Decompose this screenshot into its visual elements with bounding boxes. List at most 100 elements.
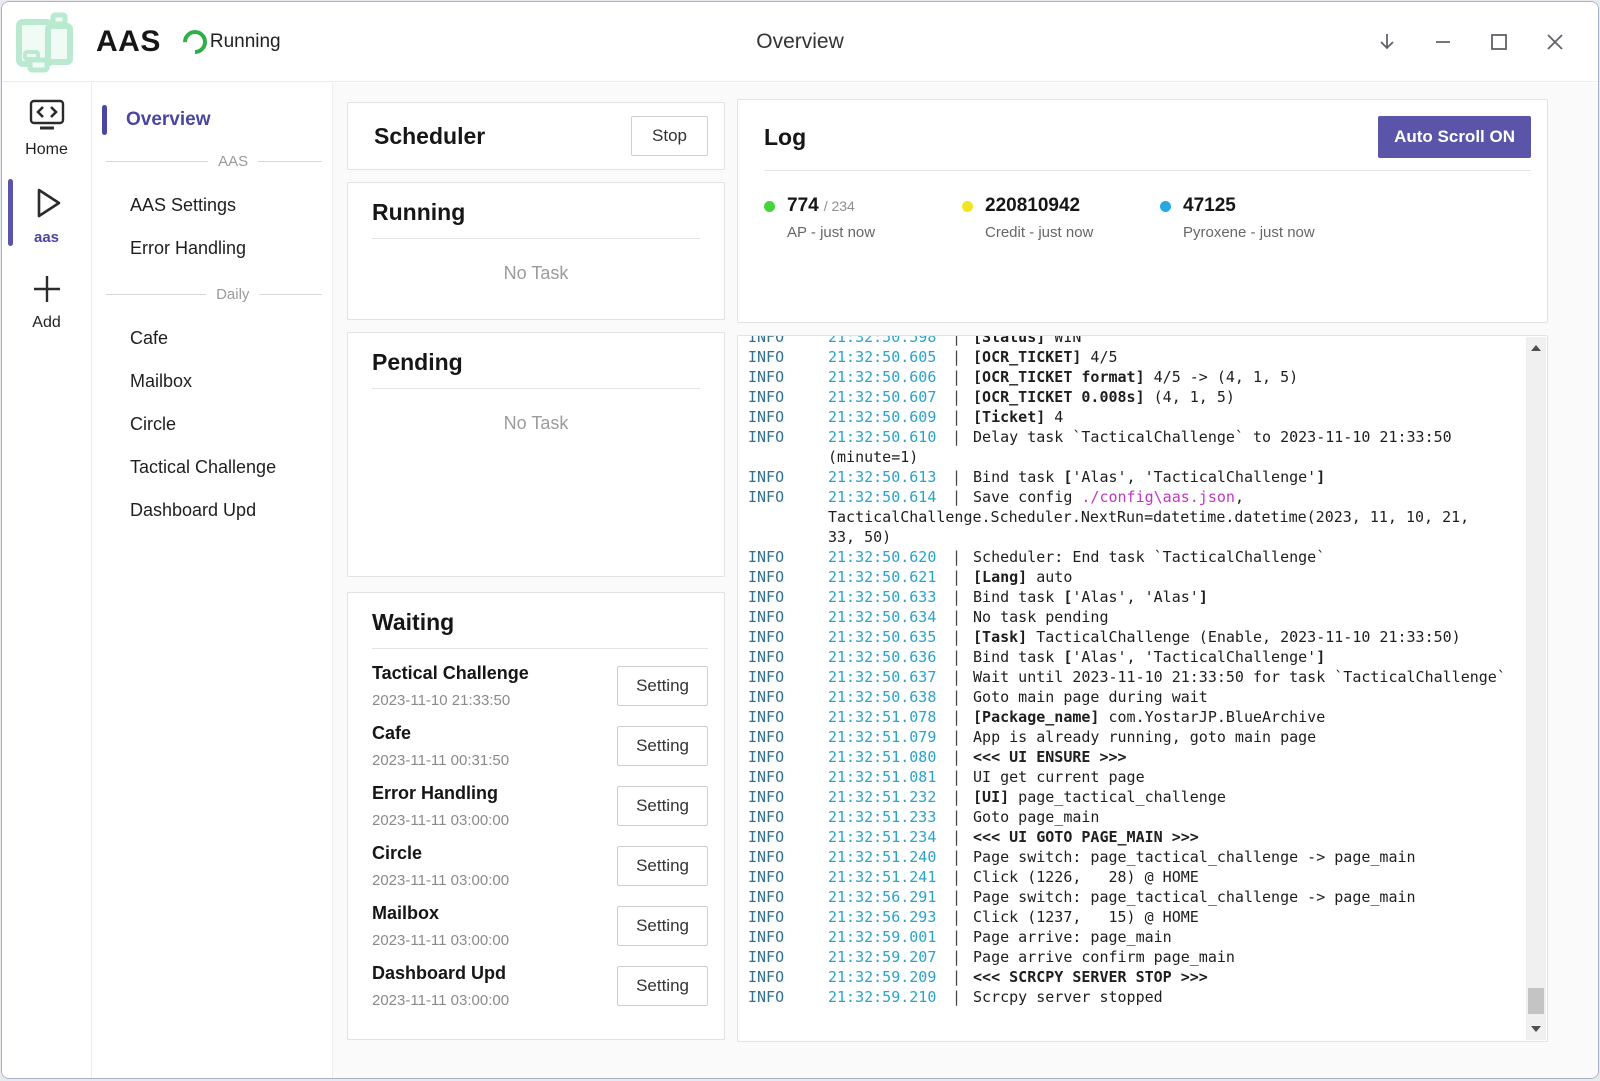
log-timestamp: 21:32:50.610 (828, 427, 952, 447)
stat-value: 220810942 (985, 195, 1080, 217)
app-name: AAS (96, 25, 161, 59)
task-info: Dashboard Upd2023-11-11 03:00:00 (372, 963, 509, 1009)
task-setting-button[interactable]: Setting (617, 846, 708, 886)
log-timestamp: 21:32:59.210 (828, 987, 952, 1007)
nav-item-circle[interactable]: Circle (92, 403, 332, 446)
log-level: INFO (748, 347, 828, 367)
log-message: Page arrive confirm page_main (973, 947, 1525, 967)
nav-item-mailbox[interactable]: Mailbox (92, 360, 332, 403)
log-line: (minute=1) (748, 447, 1525, 467)
log-line: INFO21:32:50.614|Save config ./config\aa… (748, 487, 1525, 507)
log-message: Click (1226, 28) @ HOME (973, 867, 1525, 887)
log-message: UI get current page (973, 767, 1525, 787)
log-separator: | (952, 767, 961, 787)
pending-card: Pending No Task (347, 332, 725, 577)
nav-active-indicator (102, 105, 107, 135)
task-name: Dashboard Upd (372, 963, 509, 984)
log-separator: | (952, 336, 961, 347)
log-timestamp: 21:32:51.232 (828, 787, 952, 807)
log-message: [OCR_TICKET format] 4/5 -> (4, 1, 5) (973, 367, 1525, 387)
task-setting-button[interactable]: Setting (617, 726, 708, 766)
nav-item-error-handling[interactable]: Error Handling (92, 227, 332, 270)
rail-item-aas[interactable]: aas (2, 169, 91, 256)
nav-item-cafe[interactable]: Cafe (92, 317, 332, 360)
task-setting-button[interactable]: Setting (617, 906, 708, 946)
log-level: INFO (748, 407, 828, 427)
stat-ap: 774/ 234AP - just now (764, 195, 962, 241)
nav-overview-label: Overview (126, 109, 211, 130)
waiting-card: Waiting Tactical Challenge2023-11-10 21:… (347, 592, 725, 1040)
log-line: INFO21:32:50.620|Scheduler: End task `Ta… (748, 547, 1525, 567)
pending-empty-text: No Task (372, 413, 700, 434)
log-separator: | (952, 427, 961, 447)
rail-item-add[interactable]: Add (2, 256, 91, 342)
task-next-run: 2023-11-11 03:00:00 (372, 932, 509, 949)
log-message: Page switch: page_tactical_challenge -> … (973, 847, 1525, 867)
log-level: INFO (748, 587, 828, 607)
nav-item-aas-settings[interactable]: AAS Settings (92, 184, 332, 227)
log-timestamp: 21:32:51.078 (828, 707, 952, 727)
auto-scroll-button[interactable]: Auto Scroll ON (1378, 116, 1531, 158)
log-separator: | (952, 987, 961, 1007)
log-timestamp: 21:32:50.621 (828, 567, 952, 587)
log-timestamp: 21:32:51.234 (828, 827, 952, 847)
log-message: Save config ./config\aas.json, (973, 487, 1525, 507)
task-setting-button[interactable]: Setting (617, 786, 708, 826)
log-message: TacticalChallenge.Scheduler.NextRun=date… (828, 507, 1525, 527)
log-level: INFO (748, 547, 828, 567)
log-message: [OCR_TICKET 0.008s] (4, 1, 5) (973, 387, 1525, 407)
log-viewer[interactable]: INFO21:32:50.598|[Status] WININFO21:32:5… (737, 335, 1548, 1042)
update-download-icon[interactable] (1374, 29, 1400, 55)
waiting-task-error-handling: Error Handling2023-11-11 03:00:00 Setting (372, 783, 708, 829)
log-line: INFO21:32:50.613|Bind task ['Alas', 'Tac… (748, 467, 1525, 487)
log-line: INFO21:32:50.636|Bind task ['Alas', 'Tac… (748, 647, 1525, 667)
nav-item-tactical-challenge[interactable]: Tactical Challenge (92, 446, 332, 489)
log-level: INFO (748, 847, 828, 867)
log-timestamp: 21:32:50.606 (828, 367, 952, 387)
stat-value: 774 (787, 195, 819, 217)
log-line: INFO21:32:50.605|[OCR_TICKET] 4/5 (748, 347, 1525, 367)
maximize-button[interactable] (1486, 29, 1512, 55)
scheduler-title: Scheduler (374, 123, 485, 150)
log-line: INFO21:32:50.635|[Task] TacticalChalleng… (748, 627, 1525, 647)
divider-line (259, 294, 322, 295)
task-next-run: 2023-11-10 21:33:50 (372, 692, 529, 709)
log-separator: | (952, 587, 961, 607)
log-line: INFO21:32:59.210|Scrcpy server stopped (748, 987, 1525, 1007)
log-level: INFO (748, 807, 828, 827)
log-level: INFO (748, 627, 828, 647)
nav-section-divider-aas: AAS (106, 153, 322, 170)
log-card: Log Auto Scroll ON 774/ 234AP - just now… (737, 99, 1548, 323)
log-timestamp: 21:32:50.613 (828, 467, 952, 487)
waiting-task-tactical-challenge: Tactical Challenge2023-11-10 21:33:50Set… (372, 663, 708, 709)
log-timestamp: 21:32:51.079 (828, 727, 952, 747)
rail-item-home[interactable]: Home (2, 83, 91, 169)
nav-item-dashboard-upd[interactable]: Dashboard Upd (92, 489, 332, 532)
close-button[interactable] (1542, 29, 1568, 55)
scrollbar-up-icon[interactable] (1526, 339, 1546, 357)
log-separator: | (952, 947, 961, 967)
task-info: Error Handling2023-11-11 03:00:00 (372, 783, 509, 829)
log-message: <<< UI ENSURE >>> (973, 747, 1525, 767)
log-separator: | (952, 727, 961, 747)
scrollbar-thumb[interactable] (1528, 988, 1544, 1014)
scheduler-stop-button[interactable]: Stop (631, 116, 708, 156)
divider (372, 648, 708, 649)
log-line: INFO21:32:51.081|UI get current page (748, 767, 1525, 787)
log-message: <<< UI GOTO PAGE_MAIN >>> (973, 827, 1525, 847)
log-line: INFO21:32:50.598|[Status] WIN (748, 336, 1525, 347)
left-rail: Home aas Add (2, 83, 92, 1078)
nav-item-overview[interactable]: Overview (92, 103, 332, 137)
scrollbar-down-icon[interactable] (1526, 1020, 1546, 1038)
log-message: [Lang] auto (973, 567, 1525, 587)
nav-section-label: AAS (218, 153, 248, 170)
log-message: [Status] WIN (973, 336, 1525, 347)
log-scrollbar[interactable] (1526, 337, 1546, 1040)
nav-panel: Overview AAS AAS SettingsError Handling Da… (92, 83, 332, 1078)
task-setting-button[interactable]: Setting (617, 666, 708, 706)
minimize-button[interactable] (1430, 29, 1456, 55)
log-message: <<< SCRCPY SERVER STOP >>> (973, 967, 1525, 987)
log-level: INFO (748, 336, 828, 347)
log-timestamp: 21:32:50.620 (828, 547, 952, 567)
task-setting-button[interactable]: Setting (617, 966, 708, 1006)
